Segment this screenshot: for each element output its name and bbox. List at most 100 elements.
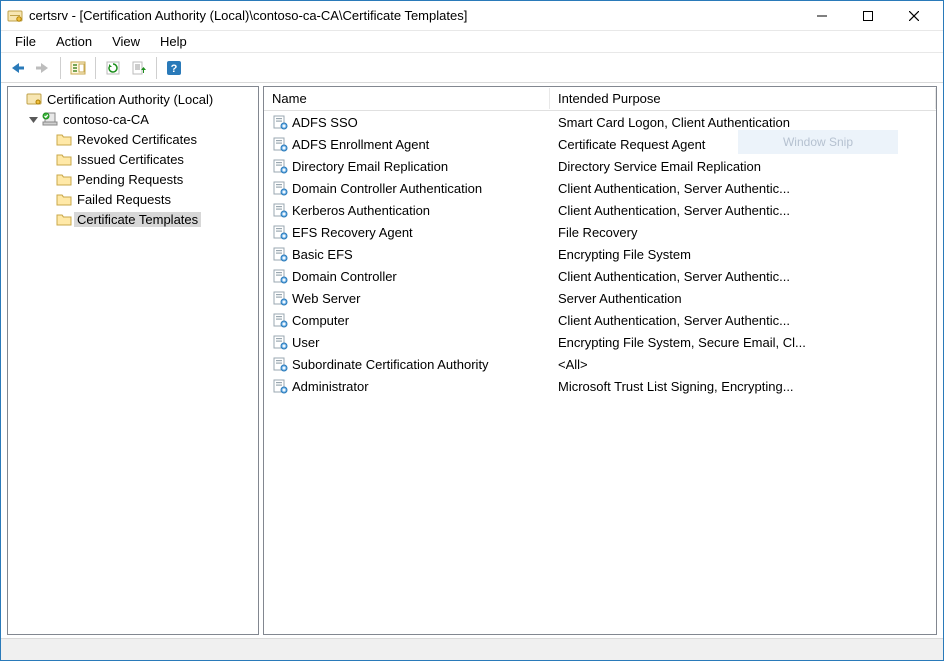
show-hide-tree-button[interactable] [66, 56, 90, 80]
list-row[interactable]: ADFS Enrollment Agent Certificate Request… [264, 133, 936, 155]
template-purpose: Smart Card Logon, Client Authentication [550, 115, 936, 130]
column-header-name[interactable]: Name [264, 88, 550, 109]
template-purpose: Client Authentication, Server Authentic.… [550, 269, 936, 284]
folder-icon [56, 151, 72, 167]
tree-pane[interactable]: Certification Authority (Local) contoso-… [7, 86, 259, 635]
certificate-template-icon [272, 202, 288, 218]
folder-icon [56, 211, 72, 227]
list-body[interactable]: ADFS SSO Smart Card Logon, Client Authent… [264, 111, 936, 634]
list-row[interactable]: Basic EFS Encrypting File System [264, 243, 936, 265]
template-name: EFS Recovery Agent [292, 225, 413, 240]
template-name: ADFS SSO [292, 115, 358, 130]
certificate-template-icon [272, 114, 288, 130]
certificate-template-icon [272, 136, 288, 152]
template-purpose: Server Authentication [550, 291, 936, 306]
certificate-template-icon [272, 356, 288, 372]
tree-node-label: Failed Requests [74, 192, 174, 207]
folder-icon [56, 131, 72, 147]
template-name: Kerberos Authentication [292, 203, 430, 218]
menubar: File Action View Help [1, 31, 943, 53]
list-header: Name Intended Purpose [264, 87, 936, 111]
tree-root-label: Certification Authority (Local) [44, 92, 216, 107]
certificate-template-icon [272, 312, 288, 328]
template-purpose: Client Authentication, Server Authentic.… [550, 313, 936, 328]
folder-icon [56, 191, 72, 207]
certificate-template-icon [272, 224, 288, 240]
certificate-template-icon [272, 378, 288, 394]
certificate-template-icon [272, 290, 288, 306]
titlebar: certsrv - [Certification Authority (Loca… [1, 1, 943, 31]
template-name: Subordinate Certification Authority [292, 357, 489, 372]
template-purpose: Encrypting File System [550, 247, 936, 262]
main-area: Certification Authority (Local) contoso-… [1, 83, 943, 638]
list-row[interactable]: Kerberos Authentication Client Authentica… [264, 199, 936, 221]
tree-node[interactable]: Pending Requests [8, 169, 258, 189]
menu-view[interactable]: View [104, 32, 148, 51]
list-row[interactable]: ADFS SSO Smart Card Logon, Client Authent… [264, 111, 936, 133]
toolbar-separator [95, 57, 96, 79]
tree-node[interactable]: Certificate Templates [8, 209, 258, 229]
toolbar-separator [60, 57, 61, 79]
tree-node[interactable]: Revoked Certificates [8, 129, 258, 149]
tree-node-label: Certificate Templates [74, 212, 201, 227]
template-purpose: Encrypting File System, Secure Email, Cl… [550, 335, 936, 350]
minimize-button[interactable] [799, 1, 845, 31]
tree-ca-label: contoso-ca-CA [60, 112, 152, 127]
certificate-template-icon [272, 180, 288, 196]
forward-button[interactable] [31, 56, 55, 80]
cert-authority-icon [26, 91, 42, 107]
menu-file[interactable]: File [7, 32, 44, 51]
tree-node[interactable]: Failed Requests [8, 189, 258, 209]
tree-root[interactable]: Certification Authority (Local) [8, 89, 258, 109]
list-pane: Name Intended Purpose ADFS SSO Smart Card… [263, 86, 937, 635]
tree-node[interactable]: Issued Certificates [8, 149, 258, 169]
list-row[interactable]: Subordinate Certification Authority <All> [264, 353, 936, 375]
tree-node-label: Revoked Certificates [74, 132, 200, 147]
list-row[interactable]: Administrator Microsoft Trust List Signin… [264, 375, 936, 397]
export-list-button[interactable] [127, 56, 151, 80]
template-name: ADFS Enrollment Agent [292, 137, 429, 152]
template-name: Administrator [292, 379, 369, 394]
certsrv-app-icon [7, 8, 23, 24]
svg-text:?: ? [171, 63, 178, 75]
template-name: Domain Controller Authentication [292, 181, 482, 196]
tree-node-label: Pending Requests [74, 172, 186, 187]
template-purpose: <All> [550, 357, 936, 372]
status-bar [1, 638, 943, 660]
window-title: certsrv - [Certification Authority (Loca… [29, 8, 799, 23]
toolbar: ? [1, 53, 943, 83]
list-row[interactable]: Domain Controller Client Authentication, … [264, 265, 936, 287]
template-name: Web Server [292, 291, 360, 306]
certificate-template-icon [272, 246, 288, 262]
help-button[interactable]: ? [162, 56, 186, 80]
close-button[interactable] [891, 1, 937, 31]
back-button[interactable] [5, 56, 29, 80]
template-name: User [292, 335, 319, 350]
list-row[interactable]: Directory Email ReplicationDirectory Ser… [264, 155, 936, 177]
template-purpose: Microsoft Trust List Signing, Encrypting… [550, 379, 936, 394]
template-purpose: File Recovery [550, 225, 936, 240]
menu-help[interactable]: Help [152, 32, 195, 51]
template-purpose: Certificate Request Agent [550, 137, 936, 152]
column-header-purpose[interactable]: Intended Purpose [550, 88, 936, 109]
list-row[interactable]: Domain Controller Authentication Client A… [264, 177, 936, 199]
tree-ca-node[interactable]: contoso-ca-CA [8, 109, 258, 129]
certificate-template-icon [272, 334, 288, 350]
refresh-button[interactable] [101, 56, 125, 80]
template-name: Basic EFS [292, 247, 353, 262]
expand-collapse-icon[interactable] [26, 115, 40, 124]
folder-icon [56, 171, 72, 187]
list-row[interactable]: EFS Recovery Agent File Recovery [264, 221, 936, 243]
list-row[interactable]: User Encrypting File System, Secure Email… [264, 331, 936, 353]
list-row[interactable]: Web Server Server Authentication [264, 287, 936, 309]
template-purpose: Client Authentication, Server Authentic.… [550, 181, 936, 196]
template-purpose: Client Authentication, Server Authentic.… [550, 203, 936, 218]
maximize-button[interactable] [845, 1, 891, 31]
certificate-template-icon [272, 268, 288, 284]
list-row[interactable]: ComputerClient Authentication, Server Au… [264, 309, 936, 331]
tree-node-label: Issued Certificates [74, 152, 187, 167]
menu-action[interactable]: Action [48, 32, 100, 51]
toolbar-separator [156, 57, 157, 79]
template-name: Directory Email Replication [292, 159, 448, 174]
template-name: Domain Controller [292, 269, 397, 284]
